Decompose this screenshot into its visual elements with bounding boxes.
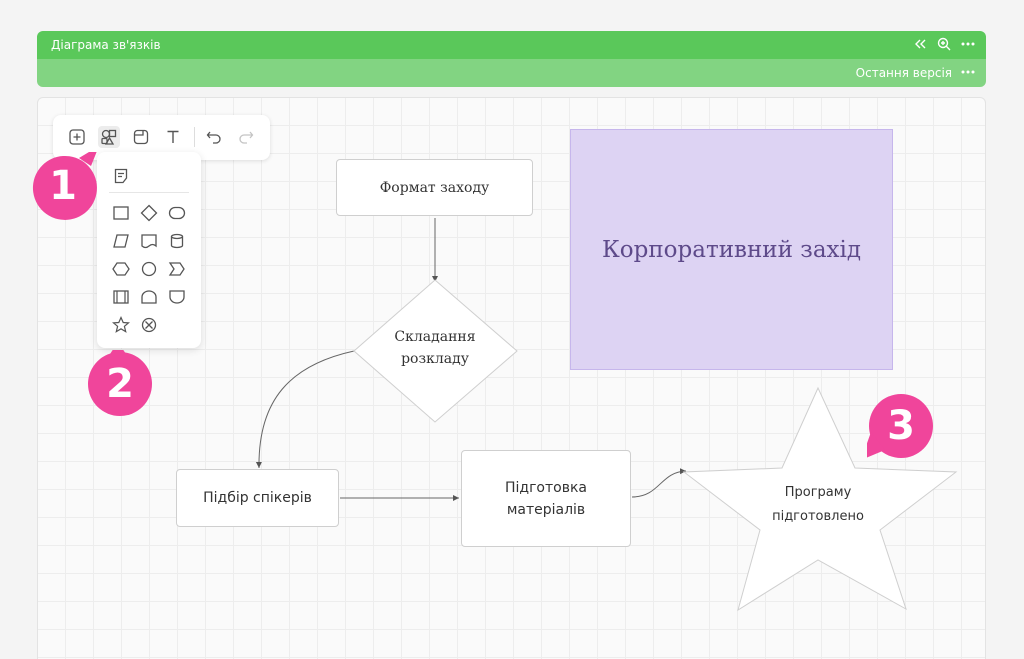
node-schedule-label: Складання розкладу [394, 329, 476, 367]
rounded-top-shape-icon[interactable] [138, 286, 160, 308]
node-materials-label: Підготовка матеріалів [504, 479, 588, 518]
node-program-label: Програму підготовлено [772, 485, 864, 524]
tutorial-badge-3-label: 3 [887, 403, 915, 449]
shape-palette [97, 152, 201, 348]
text-icon[interactable] [162, 126, 184, 148]
node-speakers[interactable]: Підбір спікерів [176, 469, 339, 527]
tutorial-badge-2: 2 [86, 342, 154, 418]
connector-schedule-speakers [255, 350, 355, 469]
palette-divider [109, 192, 189, 193]
process-shape-icon[interactable] [110, 286, 132, 308]
toolbar-divider [194, 127, 195, 147]
parallelogram-shape-icon[interactable] [110, 230, 132, 252]
tutorial-badge-2-label: 2 [106, 361, 134, 407]
add-icon[interactable] [66, 126, 88, 148]
note-shape-icon[interactable] [110, 165, 132, 187]
star-shape-icon[interactable] [110, 314, 132, 336]
undo-icon[interactable] [203, 126, 225, 148]
node-materials[interactable]: Підготовка матеріалів [461, 450, 631, 547]
document-shape-icon[interactable] [138, 230, 160, 252]
redo-icon[interactable] [235, 126, 257, 148]
node-speakers-label: Підбір спікерів [203, 490, 312, 506]
node-event-format-label: Формат заходу [379, 179, 490, 196]
rounded-bottom-shape-icon[interactable] [166, 286, 188, 308]
chevron-shape-icon[interactable] [166, 258, 188, 280]
sticky-note-icon[interactable] [130, 126, 152, 148]
diamond-shape-icon[interactable] [138, 202, 160, 224]
circle-shape-icon[interactable] [138, 258, 160, 280]
hexagon-shape-icon[interactable] [110, 258, 132, 280]
node-event-format[interactable]: Формат заходу [336, 159, 533, 216]
cylinder-shape-icon[interactable] [166, 230, 188, 252]
shapes-icon[interactable] [98, 126, 120, 148]
connector-materials-program [631, 468, 687, 498]
tutorial-badge-3: 3 [861, 392, 935, 460]
tutorial-badge-1-label: 1 [49, 163, 77, 209]
tutorial-badge-1: 1 [29, 146, 99, 220]
rectangle-shape-icon[interactable] [110, 202, 132, 224]
cross-circle-shape-icon[interactable] [138, 314, 160, 336]
app: Діаграма зв'язків Остання версія Корпора… [0, 0, 1024, 659]
ellipse-shape-icon[interactable] [166, 202, 188, 224]
